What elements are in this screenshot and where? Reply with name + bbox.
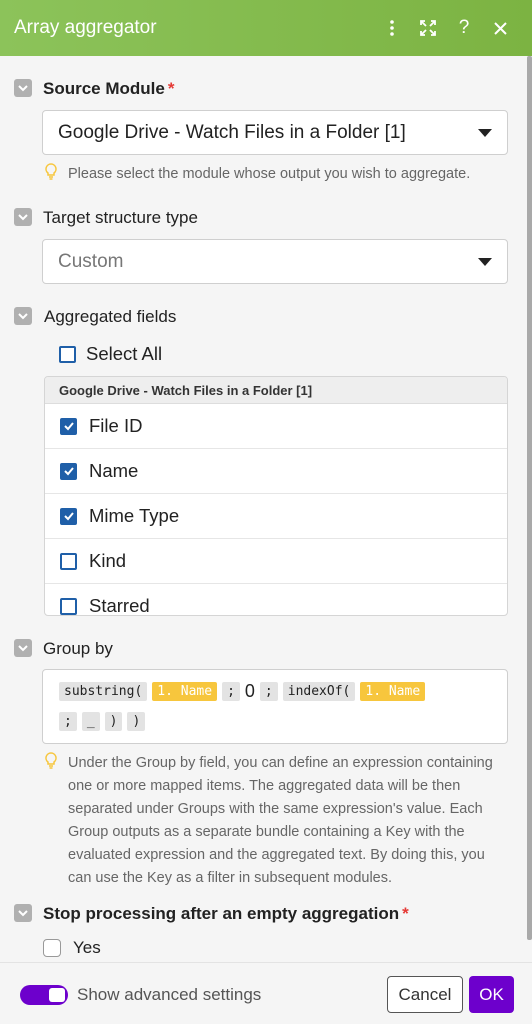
- required-mark: *: [402, 904, 409, 923]
- field-checkbox-mime-type[interactable]: [60, 507, 77, 525]
- closing-paren-token[interactable]: ): [127, 711, 146, 731]
- collapse-toggle-target-structure[interactable]: [14, 208, 32, 226]
- stop-processing-label: Stop processing after an empty aggregati…: [43, 904, 409, 923]
- group-by-expression-input[interactable]: substring( 1. Name ; 0 ; indexOf( 1. Nam…: [42, 669, 508, 744]
- module-header: Array aggregator ?: [0, 0, 532, 56]
- literal-text: 0: [244, 680, 255, 701]
- separator-token[interactable]: ;: [222, 681, 240, 701]
- lightbulb-icon: [44, 163, 58, 189]
- chevron-down-icon: [478, 257, 492, 266]
- toggle-knob: [49, 988, 65, 1002]
- mapped-item-token[interactable]: 1. Name: [152, 681, 218, 701]
- advanced-settings-toggle[interactable]: [20, 985, 68, 1005]
- lightbulb-icon: [44, 752, 58, 890]
- source-module-hint: Please select the module whose output yo…: [44, 163, 508, 189]
- list-item[interactable]: Name: [45, 449, 507, 494]
- function-token[interactable]: indexOf(: [282, 681, 356, 701]
- group-by-label: Group by: [43, 639, 113, 658]
- dialog-footer: Show advanced settings Cancel OK: [0, 962, 532, 1024]
- select-all-option[interactable]: Select All: [59, 343, 162, 365]
- collapse-toggle-aggregated-fields[interactable]: [14, 307, 32, 325]
- collapse-toggle-stop-processing[interactable]: [14, 904, 32, 922]
- collapse-toggle-source-module[interactable]: [14, 79, 32, 97]
- function-token[interactable]: substring(: [59, 681, 148, 701]
- ok-button[interactable]: OK: [469, 976, 514, 1013]
- select-all-label: Select All: [86, 343, 163, 364]
- close-icon[interactable]: [482, 10, 518, 46]
- module-settings-panel: Source Module * Google Drive - Watch File…: [0, 56, 528, 962]
- separator-token[interactable]: ;: [59, 711, 77, 731]
- field-checkbox-file-id[interactable]: [60, 417, 77, 435]
- module-title: Array aggregator: [14, 17, 157, 38]
- select-all-checkbox[interactable]: [59, 345, 76, 363]
- closing-paren-token[interactable]: ): [104, 711, 123, 731]
- expand-icon[interactable]: [410, 10, 446, 46]
- required-mark: *: [167, 79, 175, 98]
- chevron-down-icon: [478, 128, 492, 137]
- group-by-hint: Under the Group by field, you can define…: [44, 752, 508, 890]
- list-item[interactable]: Starred: [45, 584, 507, 615]
- stop-processing-checkbox[interactable]: [43, 939, 61, 957]
- scrollbar[interactable]: [527, 56, 532, 940]
- target-structure-value: Custom: [58, 250, 124, 272]
- help-icon[interactable]: ?: [446, 10, 482, 46]
- cancel-button[interactable]: Cancel: [387, 976, 463, 1013]
- field-checkbox-name[interactable]: [60, 462, 77, 480]
- field-checkbox-starred[interactable]: [60, 597, 77, 615]
- source-module-label: Source Module *: [43, 79, 175, 98]
- source-module-value: Google Drive - Watch Files in a Folder […: [58, 121, 406, 143]
- list-item[interactable]: File ID: [45, 404, 507, 449]
- target-structure-select[interactable]: Custom: [42, 239, 508, 284]
- separator-token[interactable]: ;: [259, 681, 278, 701]
- advanced-settings-label: Show advanced settings: [77, 985, 262, 1004]
- list-item[interactable]: Kind: [45, 539, 507, 584]
- separator-token[interactable]: _: [81, 711, 100, 731]
- aggregated-fields-list[interactable]: Google Drive - Watch Files in a Folder […: [44, 376, 508, 616]
- field-group-title: Google Drive - Watch Files in a Folder […: [45, 377, 507, 404]
- stop-processing-yes-option[interactable]: Yes: [43, 938, 101, 958]
- mapped-item-token[interactable]: 1. Name: [360, 681, 426, 701]
- list-item[interactable]: Mime Type: [45, 494, 507, 539]
- collapse-toggle-group-by[interactable]: [14, 639, 32, 657]
- aggregated-fields-label: Aggregated fields: [44, 307, 177, 326]
- target-structure-label: Target structure type: [43, 208, 198, 227]
- field-checkbox-kind[interactable]: [60, 552, 77, 570]
- more-vertical-icon[interactable]: [374, 10, 410, 46]
- source-module-select[interactable]: Google Drive - Watch Files in a Folder […: [42, 110, 508, 155]
